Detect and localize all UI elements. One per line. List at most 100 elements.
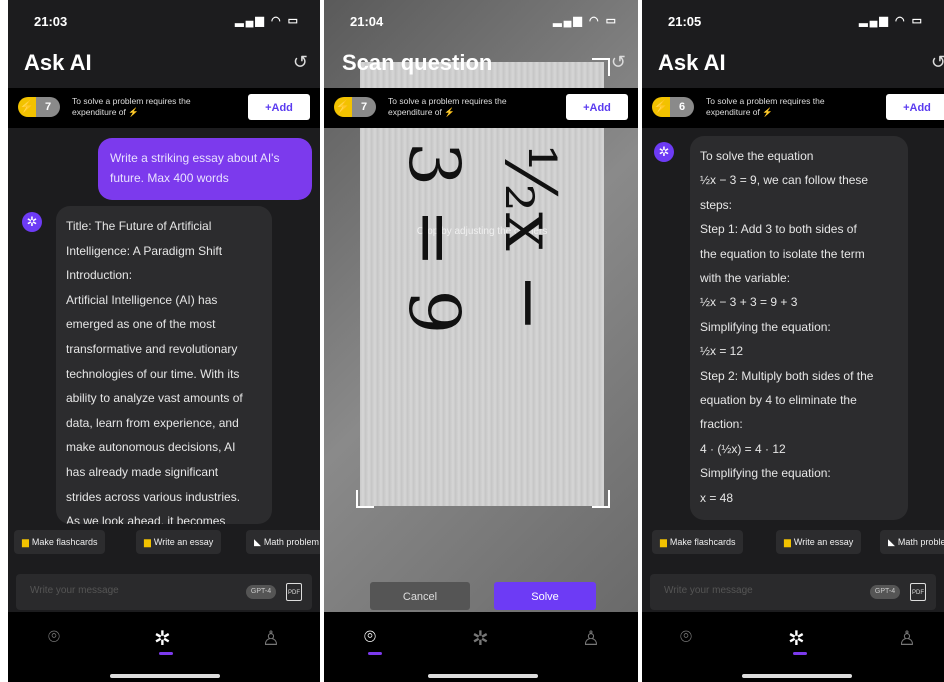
active-tab-indicator [368, 652, 382, 655]
user-icon[interactable]: ♙ [898, 626, 916, 651]
banner-text: To solve a problem requires the expendit… [706, 96, 825, 117]
solve-button[interactable]: Solve [494, 582, 596, 610]
tab-bar: ⌾ ✲ ♙ [642, 612, 944, 682]
chip-math-problem[interactable]: ◣Math problem [880, 530, 944, 554]
chip-label: Math problem [897, 537, 944, 547]
ai-line: Artificial Intelligence (AI) has [66, 292, 218, 307]
bolt-icon: ⚡ [652, 97, 670, 117]
credit-count: 7 [36, 97, 60, 117]
ai-line: Step 2: Multiply both sides of the [700, 368, 874, 383]
model-badge[interactable]: GPT-4 [246, 585, 276, 599]
ai-response-bubble: To solve the equation ½x − 3 = 9, we can… [690, 136, 908, 520]
status-icons: ▂▄▆ ◠ ▭ [235, 15, 300, 27]
tab-bar: ⌾ ✲ ♙ [324, 612, 638, 682]
chip-write-essay[interactable]: ▆ Write an essay [776, 530, 862, 554]
add-credits-button[interactable]: +Add [566, 94, 628, 120]
ai-line: ½x − 3 + 3 = 9 + 3 [700, 295, 798, 310]
history-icon[interactable]: ↺ [293, 52, 308, 73]
message-placeholder: Write your message [664, 585, 753, 596]
ai-line: To solve the equation [700, 149, 814, 163]
ai-line: emerged as one of the most [66, 317, 216, 332]
ai-line: transformative and revolutionary [66, 341, 238, 356]
chip-make-flashcards[interactable]: ▆ Make flashcards [652, 530, 744, 554]
chip-label: Write an essay [793, 537, 854, 547]
ai-line: ½x = 12 [700, 344, 744, 359]
phone-screen-ask-ai-math: 21:05 ▂▄▆ ◠ ▭ Ask AI ↺ ⚡ 6 To solve a pr… [642, 0, 944, 682]
ai-line: fraction: [700, 417, 743, 432]
ai-line: Step 1: Add 3 to both sides of [700, 222, 857, 237]
camera-icon[interactable]: ⌾ [48, 626, 60, 649]
home-indicator [742, 674, 852, 678]
pdf-icon[interactable]: PDF [910, 583, 926, 601]
ai-avatar-icon: ✲ [22, 212, 42, 232]
ai-line: Intelligence: A Paradigm Shift [66, 243, 223, 258]
gear-icon[interactable]: ✲ [472, 626, 489, 651]
credit-count: 6 [670, 97, 694, 117]
credit-count: 7 [352, 97, 376, 117]
pdf-icon[interactable]: PDF [286, 583, 302, 601]
crop-corner-bottom-left[interactable] [356, 490, 374, 508]
home-indicator [110, 674, 220, 678]
ai-line: Simplifying the equation: [700, 466, 831, 481]
ai-avatar-icon: ✲ [654, 142, 674, 162]
status-bar: 21:03 ▂▄▆ ◠ ▭ [34, 14, 300, 29]
user-message-bubble: Write a striking essay about AI's future… [98, 138, 312, 200]
phone-screen-ask-ai-essay: 21:03 ▂▄▆ ◠ ▭ Ask AI ↺ ⚡ 7 To solve a pr… [8, 0, 320, 682]
user-icon[interactable]: ♙ [262, 626, 280, 651]
ai-line: ½x − 3 = 9, we can follow these [700, 173, 869, 188]
status-icons: ▂▄▆ ◠ ▭ [859, 15, 924, 27]
chip-label: Make flashcards [669, 537, 736, 547]
model-badge[interactable]: GPT-4 [870, 585, 900, 599]
camera-icon[interactable]: ⌾ [364, 626, 376, 649]
ai-line: Simplifying the equation: [700, 319, 831, 334]
chip-make-flashcards[interactable]: ▆ Make flashcards [14, 530, 106, 554]
add-credits-button[interactable]: +Add [248, 94, 310, 120]
ai-line: with the variable: [700, 271, 791, 286]
chip-label: Math problem [263, 537, 319, 547]
camera-icon[interactable]: ⌾ [680, 626, 692, 649]
page-title: Ask AI [24, 50, 92, 75]
message-input[interactable]: Write your message GPT-4 PDF [16, 574, 312, 610]
ai-line: make autonomous decisions, AI [66, 440, 236, 455]
ai-line: ability to analyze vast amounts of [66, 391, 243, 406]
crop-corner-top-right[interactable] [592, 58, 610, 76]
bolt-icon: ⚡ [18, 97, 36, 117]
status-time: 21:03 [34, 14, 68, 29]
history-icon[interactable]: ↺ [611, 52, 626, 73]
ai-line: As we look ahead, it becomes [66, 514, 226, 524]
user-icon[interactable]: ♙ [582, 626, 600, 651]
banner-text: To solve a problem requires the expendit… [72, 96, 191, 117]
active-tab-indicator [159, 652, 173, 655]
active-tab-indicator [793, 652, 807, 655]
ai-line: steps: [700, 197, 733, 212]
tab-bar: ⌾ ✲ ♙ [8, 612, 320, 682]
chip-write-essay[interactable]: ▆ Write an essay [136, 530, 222, 554]
cancel-button[interactable]: Cancel [370, 582, 470, 610]
ai-line: Introduction: [66, 268, 133, 283]
credits-banner: ⚡ 7 To solve a problem requires the expe… [8, 88, 320, 128]
chip-label: Write an essay [153, 537, 214, 547]
ai-line: has already made significant [66, 464, 219, 479]
add-credits-button[interactable]: +Add [886, 94, 944, 120]
page-title: Ask AI [658, 50, 726, 75]
crop-corner-bottom-right[interactable] [592, 490, 610, 508]
chip-math-problem[interactable]: ◣Math problem [246, 530, 320, 554]
credits-banner: ⚡ 7 To solve a problem requires the expe… [324, 88, 638, 128]
page-title: Scan question [342, 50, 493, 75]
status-bar: 21:04 ▂▄▆ ◠ ▭ [350, 14, 618, 29]
bolt-icon: ⚡ [334, 97, 352, 117]
ai-line: x = 48 [700, 490, 734, 505]
ai-line: 4 · (½x) = 4 · 12 [700, 441, 786, 456]
message-input[interactable]: Write your message GPT-4 PDF [650, 574, 936, 610]
status-time: 21:05 [668, 14, 702, 29]
gear-icon[interactable]: ✲ [154, 626, 171, 651]
message-placeholder: Write your message [30, 585, 119, 596]
credits-banner: ⚡ 6 To solve a problem requires the expe… [642, 88, 944, 128]
phone-screen-scan-question: Crop by adjusting the corners ½x − 3 = 9… [324, 0, 638, 682]
gear-icon[interactable]: ✲ [788, 626, 805, 651]
suggestion-chips: ▆ Make flashcards ▆ Write an essay ◣ Math p… [642, 524, 944, 560]
scanned-paper: Crop by adjusting the corners ½x − 3 = 9 [360, 62, 604, 506]
equation-text: ½x − 3 = 9 [360, 142, 604, 334]
history-icon[interactable]: ↺ [931, 52, 944, 73]
suggestion-chips: ▆ Make flashcards ▆ Write an essay ◣ Math p… [8, 524, 320, 560]
